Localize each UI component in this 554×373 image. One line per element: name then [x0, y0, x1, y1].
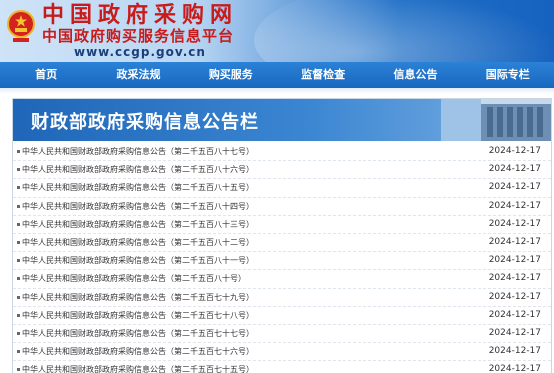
announcement-link[interactable]: 中华人民共和国财政部政府采购信息公告（第二千五百八十号）	[22, 270, 246, 287]
list-item: 中华人民共和国财政部政府采购信息公告（第二千五百七十八号） 2024-12-17	[13, 307, 551, 325]
bullet-icon	[17, 259, 20, 263]
bullet-icon	[17, 331, 20, 335]
announcement-link[interactable]: 中华人民共和国财政部政府采购信息公告（第二千五百八十四号）	[22, 198, 254, 215]
bulletin-title: 财政部政府采购信息公告栏	[31, 112, 259, 133]
announcement-date: 2024-12-17	[488, 236, 541, 247]
bullet-icon	[17, 150, 20, 153]
announcement-date: 2024-12-17	[488, 346, 541, 357]
list-item: 中华人民共和国财政部政府采购信息公告（第二千五百七十五号） 2024-12-17	[13, 361, 551, 373]
announcement-link[interactable]: 中华人民共和国财政部政府采购信息公告（第二千五百八十三号）	[22, 216, 254, 233]
bullet-icon	[17, 277, 20, 281]
announcement-link[interactable]: 中华人民共和国财政部政府采购信息公告（第二千五百七十六号）	[22, 343, 254, 360]
nav-item-international[interactable]: 国际专栏	[462, 62, 554, 88]
announcement-link[interactable]: 中华人民共和国财政部政府采购信息公告（第二千五百七十九号）	[22, 289, 254, 306]
announcement-link[interactable]: 中华人民共和国财政部政府采购信息公告（第二千五百八十二号）	[22, 234, 254, 251]
list-item: 中华人民共和国财政部政府采购信息公告（第二千五百七十七号） 2024-12-17	[13, 325, 551, 344]
bullet-icon	[17, 313, 20, 317]
bulletin-header: 财政部政府采购信息公告栏	[13, 99, 551, 141]
announcement-link[interactable]: 中华人民共和国财政部政府采购信息公告（第二千五百七十五号）	[22, 361, 254, 373]
list-item: 中华人民共和国财政部政府采购信息公告（第二千五百八十六号） 2024-12-17	[13, 161, 551, 180]
header-decoration	[254, 0, 554, 62]
bullet-icon	[17, 368, 20, 372]
announcement-date: 2024-12-17	[488, 182, 541, 193]
list-item: 中华人民共和国财政部政府采购信息公告（第二千五百八十七号） 2024-12-17	[13, 143, 551, 162]
building-image	[441, 99, 551, 141]
announcement-date: 2024-12-17	[488, 200, 541, 211]
announcement-link[interactable]: 中华人民共和国财政部政府采购信息公告（第二千五百八十一号）	[22, 252, 254, 269]
announcement-date: 2024-12-17	[488, 309, 541, 320]
list-item: 中华人民共和国财政部政府采购信息公告（第二千五百七十六号） 2024-12-17	[13, 343, 551, 362]
national-emblem-icon[interactable]	[6, 8, 36, 44]
announcement-link[interactable]: 中华人民共和国财政部政府采购信息公告（第二千五百八十七号）	[22, 143, 254, 160]
announcement-date: 2024-12-17	[488, 255, 541, 266]
announcement-link[interactable]: 中华人民共和国财政部政府采购信息公告（第二千五百八十五号）	[22, 179, 254, 196]
announcement-date: 2024-12-17	[488, 218, 541, 229]
list-item: 中华人民共和国财政部政府采购信息公告（第二千五百八十一号） 2024-12-17	[13, 252, 551, 271]
site-header: 中国政府采购网 中国政府购买服务信息平台 www.ccgp.gov.cn	[0, 0, 554, 62]
site-title[interactable]: 中国政府采购网	[42, 4, 238, 28]
list-item: 中华人民共和国财政部政府采购信息公告（第二千五百八十五号） 2024-12-17	[13, 179, 551, 198]
nav-item-home[interactable]: 首页	[0, 62, 92, 88]
announcement-date: 2024-12-17	[488, 273, 541, 284]
list-item: 中华人民共和国财政部政府采购信息公告（第二千五百七十九号） 2024-12-17	[13, 289, 551, 307]
nav-item-regulations[interactable]: 政采法规	[92, 62, 184, 88]
nav-item-announcements[interactable]: 信息公告	[369, 62, 461, 88]
announcement-link[interactable]: 中华人民共和国财政部政府采购信息公告（第二千五百七十七号）	[22, 325, 254, 342]
bullet-icon	[17, 222, 20, 226]
announcement-date: 2024-12-17	[488, 291, 541, 302]
site-subtitle: 中国政府购买服务信息平台	[42, 27, 235, 45]
site-url: www.ccgp.gov.cn	[74, 45, 206, 59]
nav-item-purchase-services[interactable]: 购买服务	[185, 62, 277, 88]
announcement-link[interactable]: 中华人民共和国财政部政府采购信息公告（第二千五百八十六号）	[22, 161, 254, 178]
bulletin-list: 中华人民共和国财政部政府采购信息公告（第二千五百八十七号） 2024-12-17 …	[13, 143, 551, 373]
bullet-icon	[17, 295, 20, 299]
bullet-icon	[17, 204, 20, 208]
announcement-date: 2024-12-17	[488, 164, 541, 175]
announcement-link[interactable]: 中华人民共和国财政部政府采购信息公告（第二千五百七十八号）	[22, 307, 254, 324]
bullet-icon	[17, 350, 20, 354]
bulletin-panel: 财政部政府采购信息公告栏 中华人民共和国财政部政府采购信息公告（第二千五百八十七…	[12, 98, 552, 373]
list-item: 中华人民共和国财政部政府采购信息公告（第二千五百八十号） 2024-12-17	[13, 270, 551, 289]
list-item: 中华人民共和国财政部政府采购信息公告（第二千五百八十三号） 2024-12-17	[13, 216, 551, 234]
bullet-icon	[17, 186, 20, 190]
bullet-icon	[17, 168, 20, 172]
list-item: 中华人民共和国财政部政府采购信息公告（第二千五百八十四号） 2024-12-17	[13, 198, 551, 216]
list-item: 中华人民共和国财政部政府采购信息公告（第二千五百八十二号） 2024-12-17	[13, 234, 551, 253]
announcement-date: 2024-12-17	[488, 364, 541, 373]
announcement-date: 2024-12-17	[488, 146, 541, 156]
bullet-icon	[17, 240, 20, 244]
announcement-date: 2024-12-17	[488, 327, 541, 338]
main-nav: 首页 政采法规 购买服务 监督检查 信息公告 国际专栏	[0, 62, 554, 88]
nav-divider	[0, 88, 554, 94]
nav-item-supervision[interactable]: 监督检查	[277, 62, 369, 88]
